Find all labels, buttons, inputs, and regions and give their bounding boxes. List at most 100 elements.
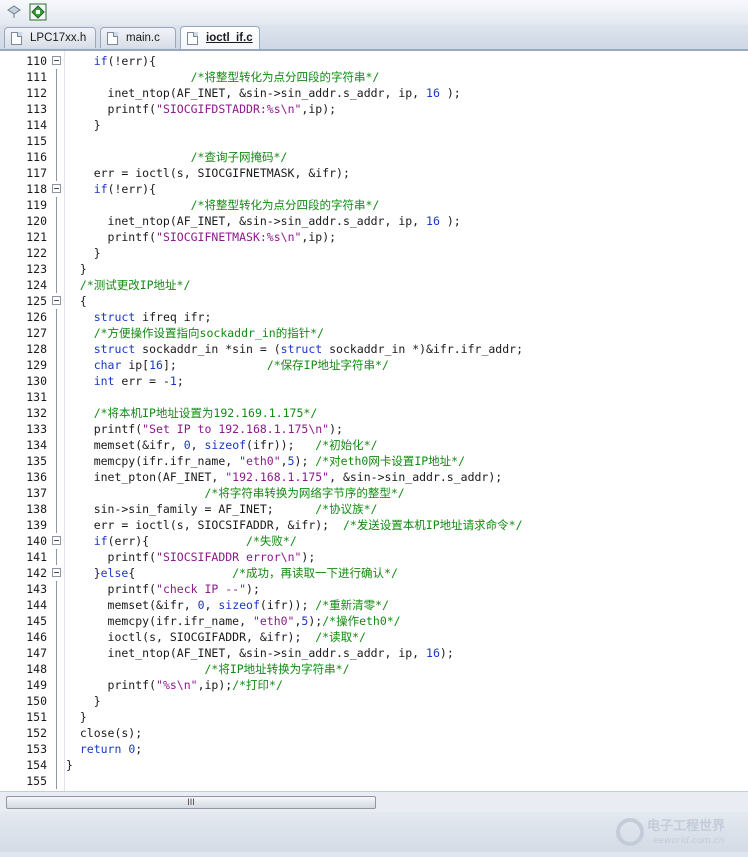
code-line[interactable]: 126 struct ifreq ifr;: [0, 309, 748, 325]
line-number: 116: [26, 150, 47, 164]
code-text: inet_ntop(AF_INET, &sin->sin_addr.s_addr…: [66, 85, 461, 101]
code-line[interactable]: 113 printf("SIOCGIFDSTADDR:%s\n",ip);: [0, 101, 748, 117]
code-line[interactable]: 132 /*将本机IP地址设置为192.169.1.175*/: [0, 405, 748, 421]
code-line[interactable]: 129 char ip[16]; /*保存IP地址字符串*/: [0, 357, 748, 373]
code-line[interactable]: 124 /*测试更改IP地址*/: [0, 277, 748, 293]
code-token: (!err){: [107, 54, 157, 68]
horizontal-scrollbar[interactable]: III: [0, 791, 748, 812]
tab-ioctl-if-c[interactable]: ioctl_if.c: [180, 26, 260, 49]
code-token: 16: [426, 86, 440, 100]
pointer-icon[interactable]: [4, 2, 24, 22]
watermark-text: 电子工程世界: [647, 818, 725, 834]
tab-bar: LPC17xx.h main.c ioctl_if.c: [0, 25, 748, 51]
code-line[interactable]: 123 }: [0, 261, 748, 277]
code-line[interactable]: 143 printf("check IP --");: [0, 581, 748, 597]
code-token: err = ioctl(s, SIOCSIFADDR, &ifr);: [66, 518, 343, 532]
code-line[interactable]: 140 if(err){ /*失败*/: [0, 533, 748, 549]
code-token: );: [439, 214, 461, 228]
code-token: memcpy(ifr.ifr_name,: [66, 454, 240, 468]
code-line[interactable]: 120 inet_ntop(AF_INET, &sin->sin_addr.s_…: [0, 213, 748, 229]
code-token: ,ip);: [197, 678, 233, 692]
code-line[interactable]: 153 return 0;: [0, 741, 748, 757]
code-line[interactable]: 133 printf("Set IP to 192.168.1.175\n");: [0, 421, 748, 437]
scrollbar-thumb[interactable]: III: [6, 796, 376, 809]
code-line[interactable]: 150 }: [0, 693, 748, 709]
code-line[interactable]: 136 inet_pton(AF_INET, "192.168.1.175", …: [0, 469, 748, 485]
tab-main-c[interactable]: main.c: [100, 27, 176, 48]
fold-toggle-icon[interactable]: [52, 184, 61, 193]
code-token: "SIOCGIFDSTADDR:%s\n": [156, 102, 302, 116]
code-editor[interactable]: 110 if(!err){111 /*将整型转化为点分四段的字符串*/112 i…: [0, 51, 748, 791]
code-token: /*将IP地址转换为字符串*/: [204, 662, 350, 676]
code-token: printf(: [66, 582, 157, 596]
code-line[interactable]: 142 }else{ /*成功，再读取一下进行确认*/: [0, 565, 748, 581]
code-token: (ifr));: [259, 598, 316, 612]
code-line[interactable]: 144 memset(&ifr, 0, sizeof(ifr)); /*重新清零…: [0, 597, 748, 613]
code-text: inet_ntop(AF_INET, &sin->sin_addr.s_addr…: [66, 213, 461, 229]
code-token: }: [66, 262, 87, 276]
line-number: 129: [26, 358, 47, 372]
code-line[interactable]: 125 {: [0, 293, 748, 309]
code-token: inet_pton(AF_INET,: [66, 470, 226, 484]
code-line[interactable]: 146 ioctl(s, SIOCGIFADDR, &ifr); /*读取*/: [0, 629, 748, 645]
code-line[interactable]: 119 /*将整型转化为点分四段的字符串*/: [0, 197, 748, 213]
line-number: 132: [26, 406, 47, 420]
code-line[interactable]: 130 int err = -1;: [0, 373, 748, 389]
code-line[interactable]: 155: [0, 773, 748, 789]
code-text: }: [66, 261, 87, 277]
fold-toggle-icon[interactable]: [52, 296, 61, 305]
code-line[interactable]: 141 printf("SIOCSIFADDR error\n");: [0, 549, 748, 565]
code-text: printf("%s\n",ip);/*打印*/: [66, 677, 283, 693]
fold-toggle-icon[interactable]: [52, 536, 61, 545]
tab-lpc17xx-h[interactable]: LPC17xx.h: [4, 27, 96, 48]
code-line[interactable]: 121 printf("SIOCGIFNETMASK:%s\n",ip);: [0, 229, 748, 245]
code-line[interactable]: 114 }: [0, 117, 748, 133]
code-line[interactable]: 111 /*将整型转化为点分四段的字符串*/: [0, 69, 748, 85]
line-number: 110: [26, 54, 47, 68]
fold-toggle-icon[interactable]: [52, 568, 61, 577]
code-line[interactable]: 139 err = ioctl(s, SIOCSIFADDR, &ifr); /…: [0, 517, 748, 533]
code-text: memcpy(ifr.ifr_name, "eth0",5);/*操作eth0*…: [66, 613, 401, 629]
code-line[interactable]: 128 struct sockaddr_in *sin = (struct so…: [0, 341, 748, 357]
code-line[interactable]: 154}: [0, 757, 748, 773]
build-icon[interactable]: [28, 2, 48, 22]
code-line[interactable]: 131: [0, 389, 748, 405]
code-line[interactable]: 112 inet_ntop(AF_INET, &sin->sin_addr.s_…: [0, 85, 748, 101]
code-text: err = ioctl(s, SIOCSIFADDR, &ifr); /*发送设…: [66, 517, 523, 533]
code-token: /*操作eth0*/: [322, 614, 401, 628]
code-line[interactable]: 138 sin->sin_family = AF_INET; /*协议族*/: [0, 501, 748, 517]
code-line[interactable]: 145 memcpy(ifr.ifr_name, "eth0",5);/*操作e…: [0, 613, 748, 629]
line-number: 133: [26, 422, 47, 436]
code-line[interactable]: 110 if(!err){: [0, 53, 748, 69]
code-token: }: [66, 758, 73, 772]
line-number: 145: [26, 614, 47, 628]
code-line[interactable]: 137 /*将字符串转换为网络字节序的整型*/: [0, 485, 748, 501]
code-line[interactable]: 117 err = ioctl(s, SIOCGIFNETMASK, &ifr)…: [0, 165, 748, 181]
code-line[interactable]: 127 /*方便操作设置指向sockaddr_in的指针*/: [0, 325, 748, 341]
code-line[interactable]: 149 printf("%s\n",ip);/*打印*/: [0, 677, 748, 693]
code-token: err = -: [114, 374, 170, 388]
code-line[interactable]: 151 }: [0, 709, 748, 725]
code-line[interactable]: 116 /*查询子网掩码*/: [0, 149, 748, 165]
code-line[interactable]: 152 close(s);: [0, 725, 748, 741]
code-token: }: [66, 694, 101, 708]
code-token: sizeof: [218, 598, 260, 612]
fold-toggle-icon[interactable]: [52, 56, 61, 65]
line-number: 122: [26, 246, 47, 260]
code-line[interactable]: 134 memset(&ifr, 0, sizeof(ifr)); /*初始化*…: [0, 437, 748, 453]
code-line[interactable]: 118 if(!err){: [0, 181, 748, 197]
code-line[interactable]: 148 /*将IP地址转换为字符串*/: [0, 661, 748, 677]
code-line[interactable]: 147 inet_ntop(AF_INET, &sin->sin_addr.s_…: [0, 645, 748, 661]
code-token: /*保存IP地址字符串*/: [266, 358, 389, 372]
fold-guide: [56, 389, 57, 405]
line-number: 142: [26, 566, 47, 580]
code-line[interactable]: 135 memcpy(ifr.ifr_name, "eth0",5); /*对e…: [0, 453, 748, 469]
code-line[interactable]: 122 }: [0, 245, 748, 261]
tab-label: ioctl_if.c: [206, 32, 253, 44]
code-token: ;: [135, 742, 143, 756]
code-line[interactable]: 115: [0, 133, 748, 149]
